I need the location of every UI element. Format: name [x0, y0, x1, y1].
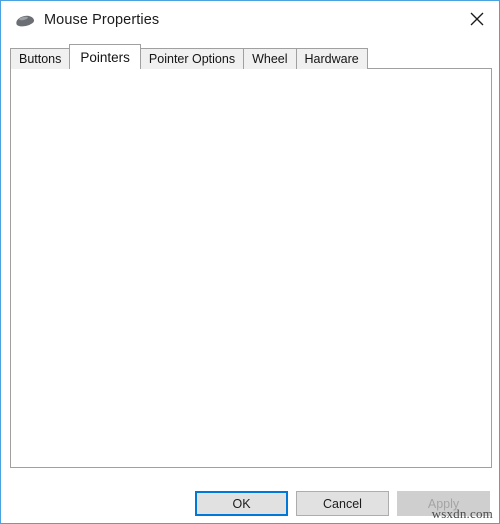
close-icon[interactable] [454, 2, 499, 36]
ok-button[interactable]: OK [195, 491, 288, 516]
window-title: Mouse Properties [44, 12, 160, 28]
watermark: wsxdn.com [431, 506, 493, 521]
mouse-icon [14, 10, 36, 30]
tab-strip: Buttons Pointers Pointer Options Wheel H… [10, 44, 368, 69]
tab-page [10, 68, 492, 468]
tab-pointers[interactable]: Pointers [69, 44, 141, 69]
tab-buttons[interactable]: Buttons [10, 48, 71, 69]
tab-pointer-options[interactable]: Pointer Options [139, 48, 245, 69]
title-bar: Mouse Properties [2, 2, 499, 38]
tab-wheel[interactable]: Wheel [243, 48, 297, 69]
mouse-properties-window: Mouse Properties Buttons Pointers Pointe… [0, 0, 500, 524]
cancel-button[interactable]: Cancel [296, 491, 389, 516]
tab-hardware[interactable]: Hardware [295, 48, 368, 69]
